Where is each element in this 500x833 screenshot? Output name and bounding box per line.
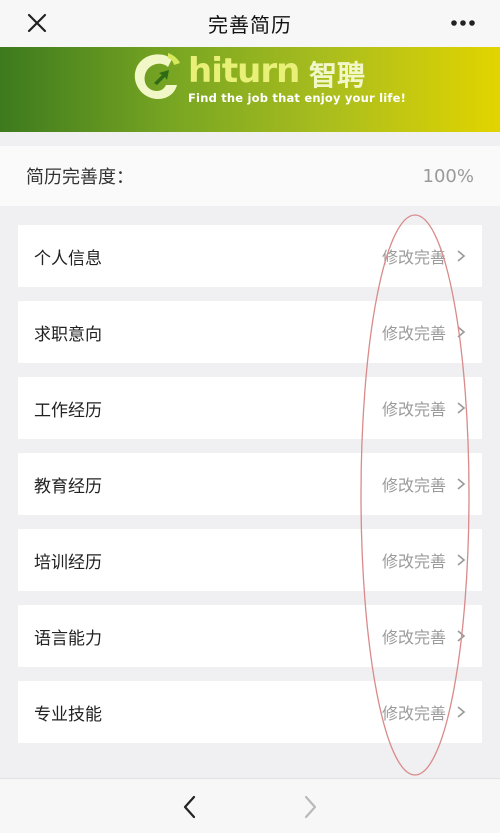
chevron-right-icon	[457, 706, 466, 718]
edit-link[interactable]: 修改完善	[382, 396, 446, 420]
section-row-language[interactable]: 语言能力 修改完善	[18, 605, 482, 667]
section-row-skills[interactable]: 专业技能 修改完善	[18, 681, 482, 743]
completeness-label: 简历完善度：	[26, 167, 134, 188]
section-row-job-intention[interactable]: 求职意向 修改完善	[18, 301, 482, 363]
chevron-right-icon	[457, 630, 466, 642]
brand-name: hiturn	[188, 51, 300, 91]
section-name: 培训经历	[34, 552, 102, 573]
edit-link[interactable]: 修改完善	[382, 548, 446, 572]
page-title: 完善简历	[208, 13, 292, 37]
more-icon[interactable]	[448, 12, 478, 34]
brand-tagline: Find the job that enjoy your life!	[188, 91, 407, 105]
completeness-value: 100%	[422, 165, 474, 187]
edit-link[interactable]: 修改完善	[382, 472, 446, 496]
brand-name-cn: 智聘	[309, 59, 366, 92]
section-name: 求职意向	[34, 324, 102, 345]
edit-link[interactable]: 修改完善	[382, 624, 446, 648]
brand-banner: hiturn 智聘 Find the job that enjoy your l…	[0, 47, 500, 132]
edit-link[interactable]: 修改完善	[382, 700, 446, 724]
section-name: 个人信息	[34, 248, 102, 269]
section-row-work-experience[interactable]: 工作经历 修改完善	[18, 377, 482, 439]
section-row-training[interactable]: 培训经历 修改完善	[18, 529, 482, 591]
section-name: 教育经历	[34, 476, 102, 497]
chevron-right-icon	[457, 554, 466, 566]
edit-link[interactable]: 修改完善	[382, 244, 446, 268]
section-name: 工作经历	[34, 400, 102, 421]
top-bar: 完善简历	[0, 0, 500, 47]
edit-link[interactable]: 修改完善	[382, 320, 446, 344]
chevron-left-icon[interactable]	[178, 793, 202, 821]
chevron-right-icon	[457, 478, 466, 490]
close-icon[interactable]	[22, 8, 52, 38]
logo-icon	[134, 53, 180, 99]
bottom-nav-bar	[0, 778, 500, 833]
resume-completeness: 简历完善度： 100%	[0, 146, 500, 206]
section-name: 专业技能	[34, 704, 102, 725]
section-name: 语言能力	[34, 628, 102, 649]
chevron-right-icon	[457, 250, 466, 262]
section-row-personal-info[interactable]: 个人信息 修改完善	[18, 225, 482, 287]
chevron-right-icon	[457, 402, 466, 414]
chevron-right-icon[interactable]	[298, 793, 322, 821]
chevron-right-icon	[457, 326, 466, 338]
resume-section-list: 个人信息 修改完善 求职意向 修改完善 工作经历 修改完善 教育经历 修改完善 …	[18, 225, 482, 757]
section-row-education[interactable]: 教育经历 修改完善	[18, 453, 482, 515]
